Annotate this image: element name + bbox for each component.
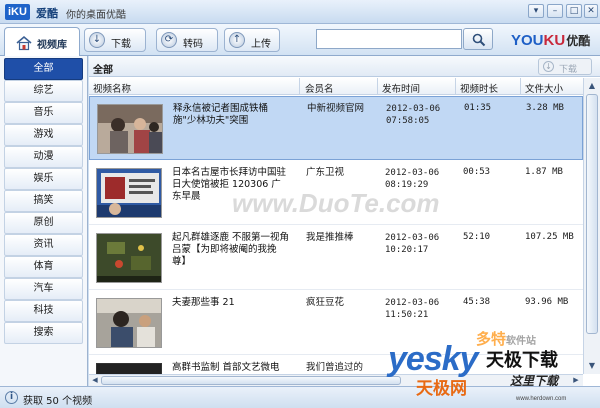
video-size: 93.96 MB bbox=[525, 297, 569, 307]
column-duration[interactable]: 视频时长 bbox=[460, 81, 498, 95]
column-size[interactable]: 文件大小 bbox=[525, 81, 563, 95]
column-divider[interactable] bbox=[299, 78, 300, 95]
sidebar-item-all[interactable]: 全部 bbox=[4, 58, 83, 80]
video-member[interactable]: 中新视频官网 bbox=[307, 103, 379, 115]
close-icon[interactable]: ✕ bbox=[584, 4, 598, 18]
toolbar: 视频库 ↓ 下载 ⟳ 转码 ↑ 上传 bbox=[0, 24, 600, 56]
table-row[interactable]: 夫妻那些事 21 疯狂豆花 2012-03-06 11:50:21 45:38 9… bbox=[89, 291, 583, 355]
home-icon bbox=[16, 35, 32, 51]
sidebar-item-news[interactable]: 资讯 bbox=[4, 234, 83, 256]
upload-label: 上传 bbox=[251, 39, 271, 50]
scrollbar-thumb[interactable] bbox=[101, 376, 401, 385]
download-button[interactable]: ↓ 下载 bbox=[84, 28, 146, 52]
table-row[interactable]: 释永信被记者围成铁桶 施"少林功夫"突围 中新视频官网 2012-03-06 07… bbox=[89, 96, 583, 160]
app-name: 爱酷 bbox=[36, 7, 58, 20]
list-title: 全部 bbox=[93, 65, 113, 76]
vertical-scrollbar[interactable]: ▲ ▼ bbox=[583, 78, 600, 374]
scroll-right-icon[interactable]: ▶ bbox=[571, 375, 581, 386]
transcode-icon: ⟳ bbox=[161, 32, 177, 48]
table-row[interactable]: 高群书监制 首部文艺微电 我们曾追过的 bbox=[89, 356, 583, 374]
video-title[interactable]: 释永信被记者围成铁桶 施"少林功夫"突围 bbox=[173, 103, 291, 127]
list-header: 全部 ↓ 下载 bbox=[89, 56, 600, 77]
video-date: 2012-03-06 08:19:29 bbox=[385, 168, 440, 190]
search-button[interactable] bbox=[463, 28, 493, 50]
minimize-icon[interactable]: – bbox=[547, 4, 563, 18]
upload-icon: ↑ bbox=[229, 32, 245, 48]
column-title[interactable]: 视频名称 bbox=[93, 81, 131, 95]
sidebar-item-funny[interactable]: 搞笑 bbox=[4, 190, 83, 212]
info-icon: i bbox=[5, 391, 18, 404]
video-duration: 00:53 bbox=[463, 167, 491, 177]
scrollbar-thumb[interactable] bbox=[586, 94, 598, 334]
video-title[interactable]: 高群书监制 首部文艺微电 bbox=[172, 362, 290, 374]
transcode-button[interactable]: ⟳ 转码 bbox=[156, 28, 218, 52]
search-icon bbox=[472, 33, 486, 47]
video-thumbnail[interactable] bbox=[96, 298, 162, 348]
tab-video-library-label: 视频库 bbox=[37, 40, 67, 51]
sidebar-item-anime[interactable]: 动漫 bbox=[4, 146, 83, 168]
app-subtitle: 你的桌面优酷 bbox=[66, 10, 126, 21]
upload-button[interactable]: ↑ 上传 bbox=[224, 28, 280, 52]
video-member[interactable]: 我们曾追过的 bbox=[306, 362, 378, 374]
horizontal-scrollbar[interactable]: ◀ ▶ bbox=[89, 374, 583, 386]
sidebar-item-games[interactable]: 游戏 bbox=[4, 124, 83, 146]
download-icon: ↓ bbox=[89, 32, 105, 48]
sidebar-item-music[interactable]: 音乐 bbox=[4, 102, 83, 124]
search-input[interactable] bbox=[316, 29, 462, 49]
video-member[interactable]: 我是推推棒 bbox=[306, 232, 378, 244]
video-list-panel: 全部 ↓ 下载 视频名称 会员名 发布时间 视频时长 文件大小 释永信被记者围成… bbox=[89, 56, 600, 386]
sidebar-item-search[interactable]: 搜索 bbox=[4, 322, 83, 344]
download-icon: ↓ bbox=[543, 61, 554, 72]
video-thumbnail[interactable] bbox=[97, 104, 163, 154]
video-member[interactable]: 广东卫视 bbox=[306, 167, 378, 179]
video-thumbnail[interactable] bbox=[96, 233, 162, 283]
column-divider[interactable] bbox=[520, 78, 521, 95]
video-duration: 01:35 bbox=[464, 103, 492, 113]
settings-menu-icon[interactable]: ▾ bbox=[528, 4, 544, 18]
status-bar: i 获取 50 个视频 bbox=[0, 386, 600, 408]
table-row[interactable]: 起凡群雄逐鹿 不服第一视角吕蒙【为即将被阉的我挽尊】 我是推推棒 2012-03… bbox=[89, 226, 583, 290]
sidebar-item-cars[interactable]: 汽车 bbox=[4, 278, 83, 300]
table-row[interactable]: 日本名古屋市长拜访中国驻日大使馆被拒 120306 广东早晨 广东卫视 2012… bbox=[89, 161, 583, 225]
sidebar-item-sports[interactable]: 体育 bbox=[4, 256, 83, 278]
video-size: 3.28 MB bbox=[526, 103, 564, 113]
tab-video-library[interactable]: 视频库 bbox=[4, 27, 80, 56]
scroll-left-icon[interactable]: ◀ bbox=[90, 375, 100, 386]
sidebar-item-entertainment[interactable]: 娱乐 bbox=[4, 168, 83, 190]
column-header: 视频名称 会员名 发布时间 视频时长 文件大小 bbox=[89, 78, 583, 95]
download-all-button[interactable]: ↓ 下载 bbox=[538, 58, 592, 75]
video-date: 2012-03-06 11:50:21 bbox=[385, 298, 440, 320]
app-logo: iKU bbox=[5, 4, 30, 20]
status-text: 获取 50 个视频 bbox=[23, 396, 93, 407]
video-date: 2012-03-06 07:58:05 bbox=[386, 104, 441, 126]
scroll-up-icon[interactable]: ▲ bbox=[586, 80, 598, 92]
video-duration: 52:10 bbox=[463, 232, 491, 242]
sidebar-item-tech[interactable]: 科技 bbox=[4, 300, 83, 322]
scroll-down-icon[interactable]: ▼ bbox=[586, 360, 598, 372]
download-label: 下载 bbox=[111, 39, 131, 50]
video-size: 1.87 MB bbox=[525, 167, 563, 177]
sidebar-item-variety[interactable]: 综艺 bbox=[4, 80, 83, 102]
video-member[interactable]: 疯狂豆花 bbox=[306, 297, 378, 309]
video-thumbnail[interactable] bbox=[96, 168, 162, 218]
maximize-icon[interactable]: □ bbox=[566, 4, 582, 18]
title-bar: iKU 爱酷 你的桌面优酷 ▾ – □ ✕ bbox=[0, 0, 600, 24]
column-divider[interactable] bbox=[455, 78, 456, 95]
video-title[interactable]: 日本名古屋市长拜访中国驻日大使馆被拒 120306 广东早晨 bbox=[172, 167, 290, 203]
video-title[interactable]: 夫妻那些事 21 bbox=[172, 297, 290, 309]
download-all-label: 下载 bbox=[559, 65, 578, 75]
video-thumbnail[interactable] bbox=[96, 363, 162, 374]
column-date[interactable]: 发布时间 bbox=[382, 81, 420, 95]
video-duration: 45:38 bbox=[463, 297, 491, 307]
column-divider[interactable] bbox=[377, 78, 378, 95]
video-size: 107.25 MB bbox=[525, 232, 574, 242]
youku-brand-logo: YOUKU优酷 bbox=[511, 32, 591, 49]
video-title[interactable]: 起凡群雄逐鹿 不服第一视角吕蒙【为即将被阉的我挽尊】 bbox=[172, 232, 290, 268]
category-sidebar: 全部 综艺 音乐 游戏 动漫 娱乐 搞笑 原创 资讯 体育 汽车 科技 搜索 bbox=[0, 56, 88, 386]
video-date: 2012-03-06 10:20:17 bbox=[385, 233, 440, 255]
sidebar-item-original[interactable]: 原创 bbox=[4, 212, 83, 234]
transcode-label: 转码 bbox=[183, 39, 203, 50]
column-member[interactable]: 会员名 bbox=[305, 81, 334, 95]
